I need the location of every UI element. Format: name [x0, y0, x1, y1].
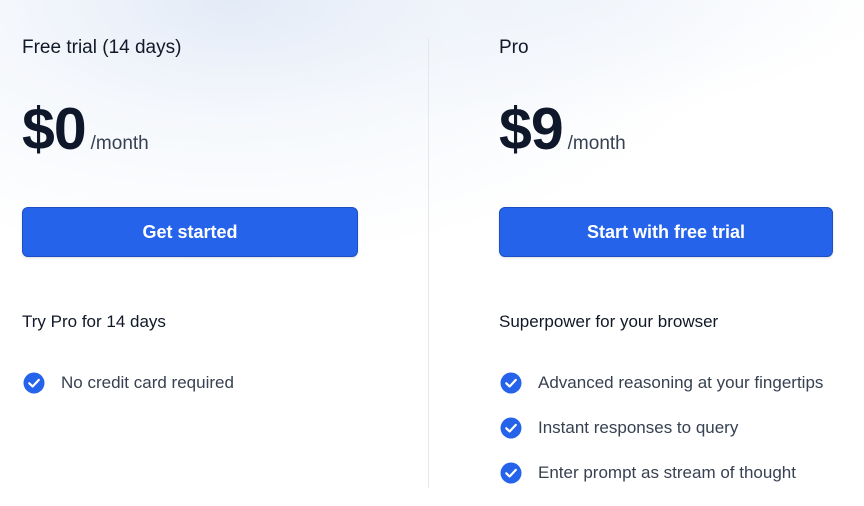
- plan-tagline: Superpower for your browser: [499, 312, 719, 331]
- get-started-button[interactable]: Get started: [22, 207, 358, 257]
- check-circle-icon: [500, 372, 522, 393]
- feature-text: No credit card required: [61, 372, 234, 392]
- feature-list: No credit card required: [22, 370, 234, 415]
- feature-item: No credit card required: [22, 370, 234, 395]
- feature-item: Enter prompt as stream of thought: [499, 460, 823, 485]
- feature-text: Instant responses to query: [538, 417, 739, 437]
- feature-text: Advanced reasoning at your fingertips: [538, 372, 824, 392]
- check-circle-icon: [500, 462, 522, 483]
- start-free-trial-button[interactable]: Start with free trial: [499, 207, 833, 257]
- pricing-page: Free trial (14 days) $0 /month Get start…: [0, 0, 864, 506]
- price-row: $0 /month: [22, 92, 149, 166]
- check-circle-icon: [500, 417, 522, 438]
- plan-tagline: Try Pro for 14 days: [22, 312, 166, 331]
- feature-text: Enter prompt as stream of thought: [538, 462, 796, 482]
- feature-item: Instant responses to query: [499, 415, 823, 440]
- price-period: /month: [90, 133, 149, 154]
- plan-divider: [428, 38, 429, 488]
- plan-price: $0: [22, 96, 87, 162]
- plan-name: Free trial (14 days): [22, 37, 182, 58]
- feature-list: Advanced reasoning at your fingertips In…: [499, 370, 823, 505]
- feature-item: Advanced reasoning at your fingertips: [499, 370, 823, 395]
- price-row: $9 /month: [499, 92, 626, 166]
- check-circle-icon: [23, 372, 45, 393]
- plan-name: Pro: [499, 37, 529, 58]
- plan-price: $9: [499, 96, 564, 162]
- price-period: /month: [567, 133, 626, 154]
